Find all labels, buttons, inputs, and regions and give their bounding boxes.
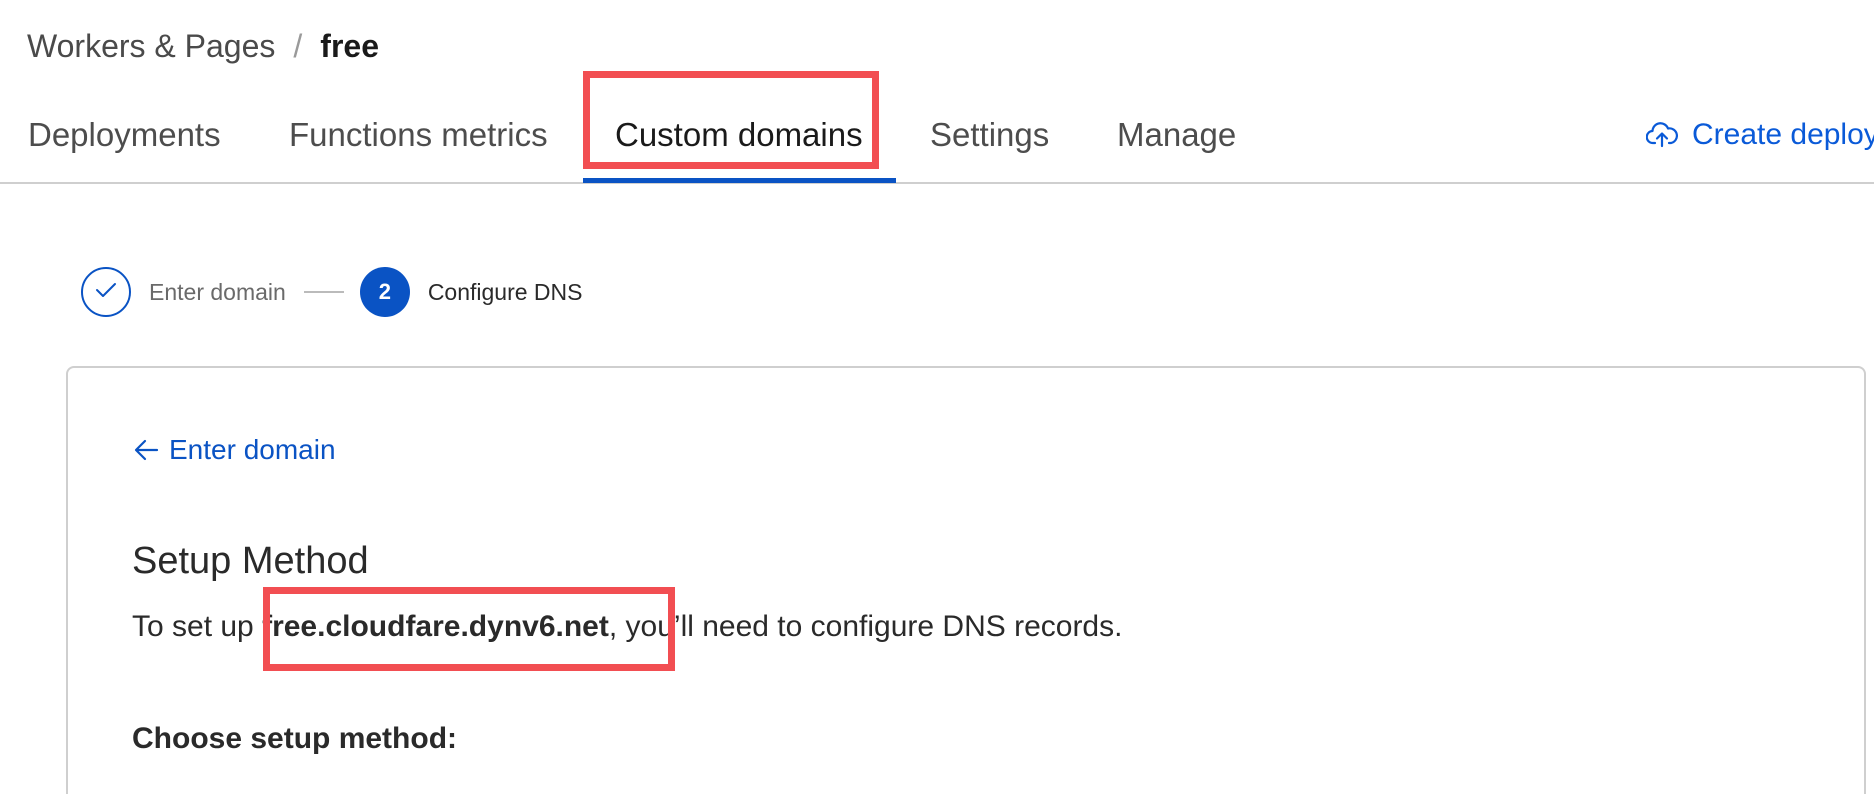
tab-settings[interactable]: Settings [930, 116, 1049, 154]
breadcrumb-current: free [320, 28, 379, 64]
back-to-enter-domain-link[interactable]: Enter domain [133, 434, 336, 466]
step-2-label: Configure DNS [427, 278, 583, 305]
arrow-left-icon [133, 438, 161, 462]
step-1-label: Enter domain [149, 278, 286, 305]
choose-setup-method-label: Choose setup method: [132, 722, 458, 755]
breadcrumb-separator: / [293, 28, 303, 64]
cloud-upload-icon [1646, 122, 1678, 148]
domain-highlight-annotation [263, 587, 675, 671]
check-icon [95, 282, 117, 303]
step-connector [303, 291, 344, 293]
tab-bar: Deployments Functions metrics Custom dom… [0, 98, 1874, 184]
step-2-active: 2 [359, 267, 410, 317]
tab-highlight-annotation [583, 71, 879, 169]
breadcrumb-workers-pages[interactable]: Workers & Pages [27, 28, 275, 65]
tab-manage[interactable]: Manage [1117, 116, 1236, 154]
setup-method-heading: Setup Method [132, 540, 369, 582]
step-1-complete [81, 267, 131, 317]
active-tab-indicator [583, 178, 896, 183]
description-prefix: To set up [132, 610, 263, 643]
page: Workers & Pages / free Deployments Funct… [0, 0, 1874, 794]
create-deploy-button[interactable]: Create deploy [1646, 118, 1874, 152]
tab-functions-metrics[interactable]: Functions metrics [289, 116, 548, 154]
description-suffix: , you’ll need to configure DNS records. [608, 610, 1123, 643]
create-deploy-label: Create deploy [1692, 118, 1874, 151]
step-2-number: 2 [378, 279, 391, 304]
stepper: Enter domain 2 Configure DNS [81, 266, 583, 318]
breadcrumb: Workers & Pages / free [27, 28, 379, 65]
back-link-label: Enter domain [169, 434, 336, 465]
tab-deployments[interactable]: Deployments [28, 116, 221, 154]
